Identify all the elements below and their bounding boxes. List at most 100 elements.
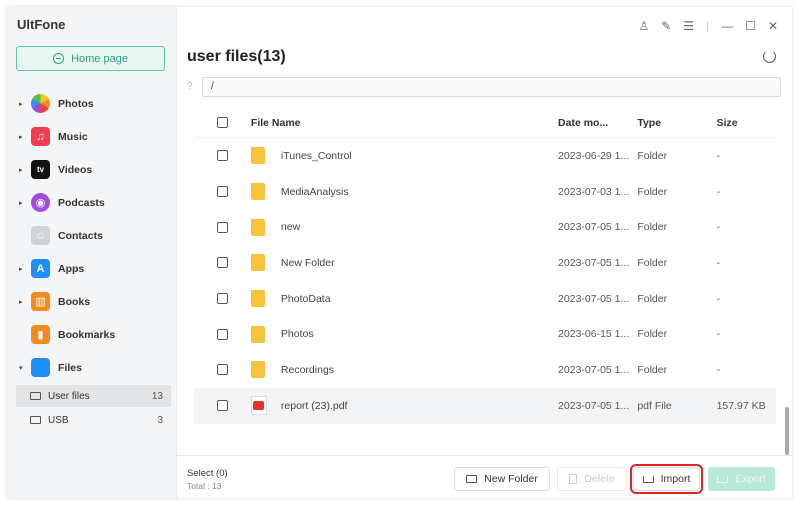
sidebar-item-contacts[interactable]: ☺ Contacts bbox=[7, 219, 177, 252]
page-title: user files(13) bbox=[187, 48, 286, 65]
back-icon[interactable]: ? bbox=[187, 81, 193, 92]
row-checkbox[interactable] bbox=[217, 186, 228, 198]
date-cell: 2023-06-15 1... bbox=[558, 328, 630, 341]
date-cell: 2023-07-05 1... bbox=[558, 256, 630, 269]
export-label: Export bbox=[735, 473, 766, 485]
size-cell: - bbox=[716, 185, 721, 198]
home-page-button[interactable]: Home page bbox=[16, 46, 165, 71]
scrollbar-thumb[interactable] bbox=[785, 407, 789, 455]
type-cell: pdf File bbox=[637, 399, 672, 412]
sidebar-subitem-usb[interactable]: USB 3 bbox=[16, 409, 171, 431]
table-row[interactable]: MediaAnalysis 2023-07-03 1... Folder - bbox=[194, 174, 776, 210]
apps-icon: A bbox=[31, 259, 50, 278]
size-cell: - bbox=[716, 363, 721, 376]
column-header-type[interactable]: Type bbox=[637, 117, 716, 129]
row-checkbox[interactable] bbox=[217, 364, 228, 376]
file-name: Photos bbox=[280, 328, 314, 341]
table-header: File Name Date mo... Type Size bbox=[194, 108, 776, 138]
row-checkbox[interactable] bbox=[217, 400, 228, 412]
column-header-name[interactable]: File Name bbox=[251, 117, 558, 129]
new-folder-button[interactable]: New Folder bbox=[454, 467, 550, 491]
table-row[interactable]: New Folder 2023-07-05 1... Folder - bbox=[194, 245, 776, 281]
type-cell: Folder bbox=[637, 149, 668, 162]
import-label: Import bbox=[660, 473, 691, 485]
expand-caret-icon[interactable]: ▸ bbox=[19, 133, 31, 141]
import-icon bbox=[642, 475, 654, 483]
row-checkbox[interactable] bbox=[217, 150, 228, 162]
sidebar-subitem-label: USB bbox=[48, 414, 69, 426]
music-icon: ♫ bbox=[31, 127, 50, 146]
path-field[interactable]: / bbox=[202, 77, 781, 97]
bookmarks-icon: ▮ bbox=[31, 325, 50, 344]
sidebar-nav: ▸ Photos ▸ ♫ Music ▸ tv Videos ▸ ◉ Podca… bbox=[7, 87, 177, 433]
column-header-date[interactable]: Date mo... bbox=[558, 117, 637, 129]
contacts-icon: ☺ bbox=[31, 226, 50, 245]
table-row[interactable]: Photos 2023-06-15 1... Folder - bbox=[194, 316, 776, 352]
expand-caret-icon[interactable]: ▸ bbox=[19, 265, 31, 273]
table-row[interactable]: Recordings 2023-07-05 1... Folder - bbox=[194, 352, 776, 388]
folder-icon bbox=[250, 218, 265, 236]
export-icon bbox=[717, 475, 729, 483]
pdf-file-icon bbox=[250, 396, 267, 416]
feedback-icon[interactable]: ✎ bbox=[661, 19, 671, 33]
menu-icon[interactable]: ☰ bbox=[683, 19, 694, 33]
sidebar-item-apps[interactable]: ▸ A Apps bbox=[7, 252, 177, 285]
row-checkbox[interactable] bbox=[217, 221, 228, 233]
file-name: PhotoData bbox=[280, 292, 331, 305]
sidebar-item-photos[interactable]: ▸ Photos bbox=[7, 87, 177, 120]
refresh-icon[interactable] bbox=[763, 50, 776, 63]
minimize-icon[interactable]: — bbox=[721, 19, 733, 33]
main-panel: ♙ ✎ ☰ | — ☐ ✕ user files(13) ? / File Na… bbox=[177, 7, 792, 498]
table-row[interactable]: iTunes_Control 2023-06-29 1... Folder - bbox=[194, 138, 776, 174]
collapse-caret-icon[interactable]: ▾ bbox=[19, 364, 31, 372]
sidebar: UltFone Home page ▸ Photos ▸ ♫ Music ▸ t… bbox=[7, 7, 177, 498]
delete-button[interactable]: Delete bbox=[557, 467, 627, 491]
sidebar-item-files[interactable]: ▾ Files bbox=[7, 351, 177, 384]
sidebar-subitem-user-files[interactable]: User files 13 bbox=[16, 385, 171, 407]
table-row[interactable]: new 2023-07-05 1... Folder - bbox=[194, 209, 776, 245]
sidebar-item-bookmarks[interactable]: ▮ Bookmarks bbox=[7, 318, 177, 351]
size-cell: - bbox=[716, 292, 721, 305]
file-name-cell: MediaAnalysis bbox=[250, 183, 558, 201]
select-all-checkbox[interactable] bbox=[217, 117, 228, 128]
type-cell: Folder bbox=[637, 328, 668, 341]
date-cell: 2023-07-05 1... bbox=[558, 363, 630, 376]
row-checkbox[interactable] bbox=[217, 328, 228, 340]
file-name-cell: report (23).pdf bbox=[250, 396, 558, 416]
date-cell: 2023-07-03 1... bbox=[558, 185, 630, 198]
sidebar-item-videos[interactable]: ▸ tv Videos bbox=[7, 153, 177, 186]
folder-outline-icon bbox=[30, 416, 41, 424]
new-folder-label: New Folder bbox=[484, 473, 538, 485]
column-header-size[interactable]: Size bbox=[717, 117, 776, 129]
expand-caret-icon[interactable]: ▸ bbox=[19, 298, 31, 306]
size-cell: - bbox=[716, 149, 721, 162]
files-icon bbox=[31, 358, 50, 377]
row-checkbox[interactable] bbox=[217, 293, 228, 305]
sidebar-item-books[interactable]: ▸ ▥ Books bbox=[7, 285, 177, 318]
divider: | bbox=[706, 19, 710, 33]
sidebar-item-music[interactable]: ▸ ♫ Music bbox=[7, 120, 177, 153]
table-row[interactable]: PhotoData 2023-07-05 1... Folder - bbox=[194, 281, 776, 317]
sidebar-item-label: Podcasts bbox=[58, 196, 105, 209]
file-table: File Name Date mo... Type Size iTunes_Co… bbox=[194, 108, 776, 424]
import-button[interactable]: Import bbox=[630, 464, 703, 494]
date-cell: 2023-07-05 1... bbox=[558, 292, 630, 305]
expand-caret-icon[interactable]: ▸ bbox=[19, 166, 31, 174]
type-cell: Folder bbox=[637, 256, 668, 269]
file-name: report (23).pdf bbox=[280, 399, 348, 412]
sidebar-item-label: Files bbox=[58, 361, 82, 374]
close-icon[interactable]: ✕ bbox=[768, 19, 778, 33]
sidebar-item-podcasts[interactable]: ▸ ◉ Podcasts bbox=[7, 186, 177, 219]
file-name-cell: Photos bbox=[250, 325, 558, 343]
user-icon[interactable]: ♙ bbox=[638, 19, 649, 33]
row-checkbox[interactable] bbox=[217, 257, 228, 269]
footer-bar: Select (0) Total : 13 New Folder Delete … bbox=[177, 455, 792, 498]
table-row[interactable]: report (23).pdf 2023-07-05 1... pdf File… bbox=[194, 387, 776, 424]
expand-caret-icon[interactable]: ▸ bbox=[19, 100, 31, 108]
export-button[interactable]: Export bbox=[708, 467, 775, 491]
maximize-icon[interactable]: ☐ bbox=[745, 19, 756, 33]
size-cell: - bbox=[716, 328, 721, 341]
type-cell: Folder bbox=[637, 185, 668, 198]
file-name-cell: new bbox=[250, 218, 558, 236]
expand-caret-icon[interactable]: ▸ bbox=[19, 199, 31, 207]
